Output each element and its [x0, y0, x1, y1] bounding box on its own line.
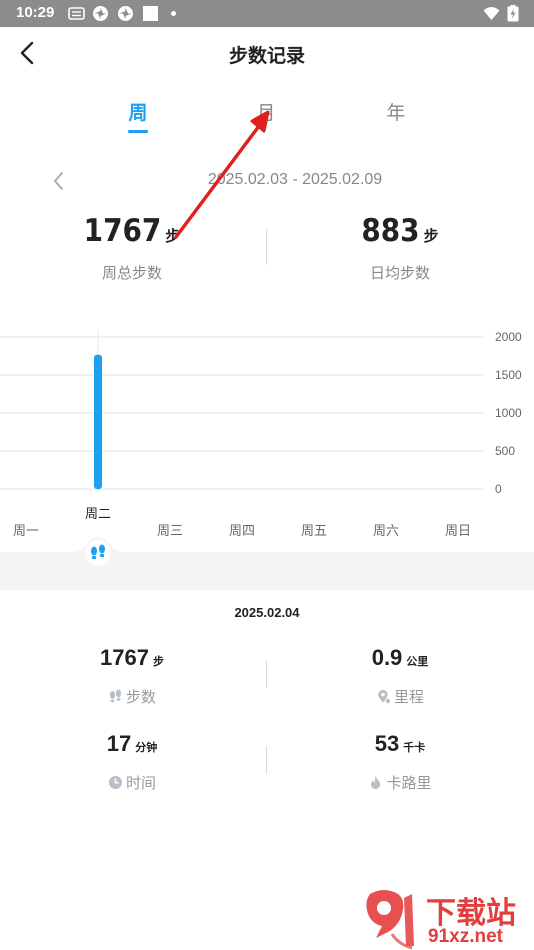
page-title: 步数记录 [228, 45, 305, 67]
y-tick-label: 1000 [495, 406, 522, 420]
date-range-label: 2025.02.03 - 2025.02.09 [207, 171, 383, 188]
metric-steps: 1767 步 [22, 645, 242, 671]
weekly-total-value: 1767 [83, 213, 162, 249]
y-tick-label: 1500 [495, 368, 522, 382]
metric-distance-unit: 公里 [406, 655, 429, 668]
metric-steps-caption: 步数 [125, 688, 156, 706]
summary-divider [266, 229, 267, 265]
watermark: 下载站 91xz.net [362, 888, 534, 950]
metric-calories-caption: 卡路里 [386, 774, 432, 792]
metric-distance: 0.9 公里 [290, 645, 510, 671]
metric-divider-top [266, 660, 267, 688]
chevron-left-icon[interactable] [46, 166, 72, 196]
day-label[interactable]: 周日 [433, 520, 483, 539]
y-tick-label: 500 [495, 444, 515, 458]
metric-steps-unit: 步 [152, 655, 164, 668]
metric-distance-caption: 里程 [393, 688, 424, 706]
daily-average-unit: 步 [423, 227, 439, 245]
watermark-url: 91xz.net [428, 926, 503, 947]
day-label[interactable]: 周一 [1, 520, 51, 539]
battery-charging-icon [507, 5, 519, 22]
weekly-total-steps: 1767 步 [22, 213, 242, 249]
metric-calories-value: 53 [374, 731, 400, 756]
tab-week-underline [128, 130, 148, 133]
metric-calories-caption-row: 卡路里 [290, 772, 510, 793]
metric-calories-unit: 千卡 [403, 741, 426, 754]
weekly-total-caption: 周总步数 [101, 264, 162, 282]
pinwheel-icon [118, 6, 133, 21]
status-bar: 10:29 [0, 0, 534, 27]
watermark-logo [366, 890, 414, 950]
chart-bar[interactable] [94, 354, 102, 489]
daily-average-steps: 883 步 [290, 213, 510, 249]
detail-date: 2025.02.04 [234, 605, 300, 620]
y-tick-label: 2000 [495, 330, 522, 344]
tab-month[interactable]: 月 [236, 98, 296, 125]
header: 步数记录 [0, 27, 534, 79]
keyboard-icon [68, 7, 85, 20]
square-icon [143, 6, 158, 21]
weekly-total-unit: 步 [165, 227, 181, 245]
day-label[interactable]: 周六 [361, 520, 411, 539]
metric-distance-value: 0.9 [371, 645, 403, 670]
footprints-icon [109, 689, 122, 703]
daily-average-caption: 日均步数 [369, 264, 430, 282]
day-label[interactable]: 周二 [73, 503, 123, 522]
metric-time-caption-row: 时间 [22, 772, 242, 793]
selected-day-marker [70, 537, 126, 574]
pinwheel-icon [93, 6, 108, 21]
status-time: 10:29 [16, 4, 55, 21]
y-tick-label: 0 [495, 482, 502, 496]
metric-distance-caption-row: 里程 [290, 686, 510, 707]
wifi-icon [483, 7, 500, 20]
tab-week[interactable]: 周 [108, 98, 168, 125]
day-label[interactable]: 周四 [217, 520, 267, 539]
clock-icon [108, 776, 122, 789]
metric-steps-value: 1767 [100, 645, 149, 670]
metric-time-unit: 分钟 [135, 741, 158, 754]
tab-year[interactable]: 年 [366, 98, 426, 125]
day-label[interactable]: 周三 [145, 520, 195, 539]
metric-calories: 53 千卡 [290, 731, 510, 757]
flame-icon [371, 776, 381, 789]
metric-divider-bottom [266, 746, 267, 774]
metric-steps-caption-row: 步数 [22, 686, 242, 707]
dot-icon [171, 11, 176, 16]
day-label[interactable]: 周五 [289, 520, 339, 539]
metric-time: 17 分钟 [22, 731, 242, 757]
location-pin-icon [378, 690, 391, 704]
daily-average-value: 883 [361, 213, 420, 249]
metric-time-value: 17 [106, 731, 132, 756]
metric-time-caption: 时间 [125, 774, 156, 792]
